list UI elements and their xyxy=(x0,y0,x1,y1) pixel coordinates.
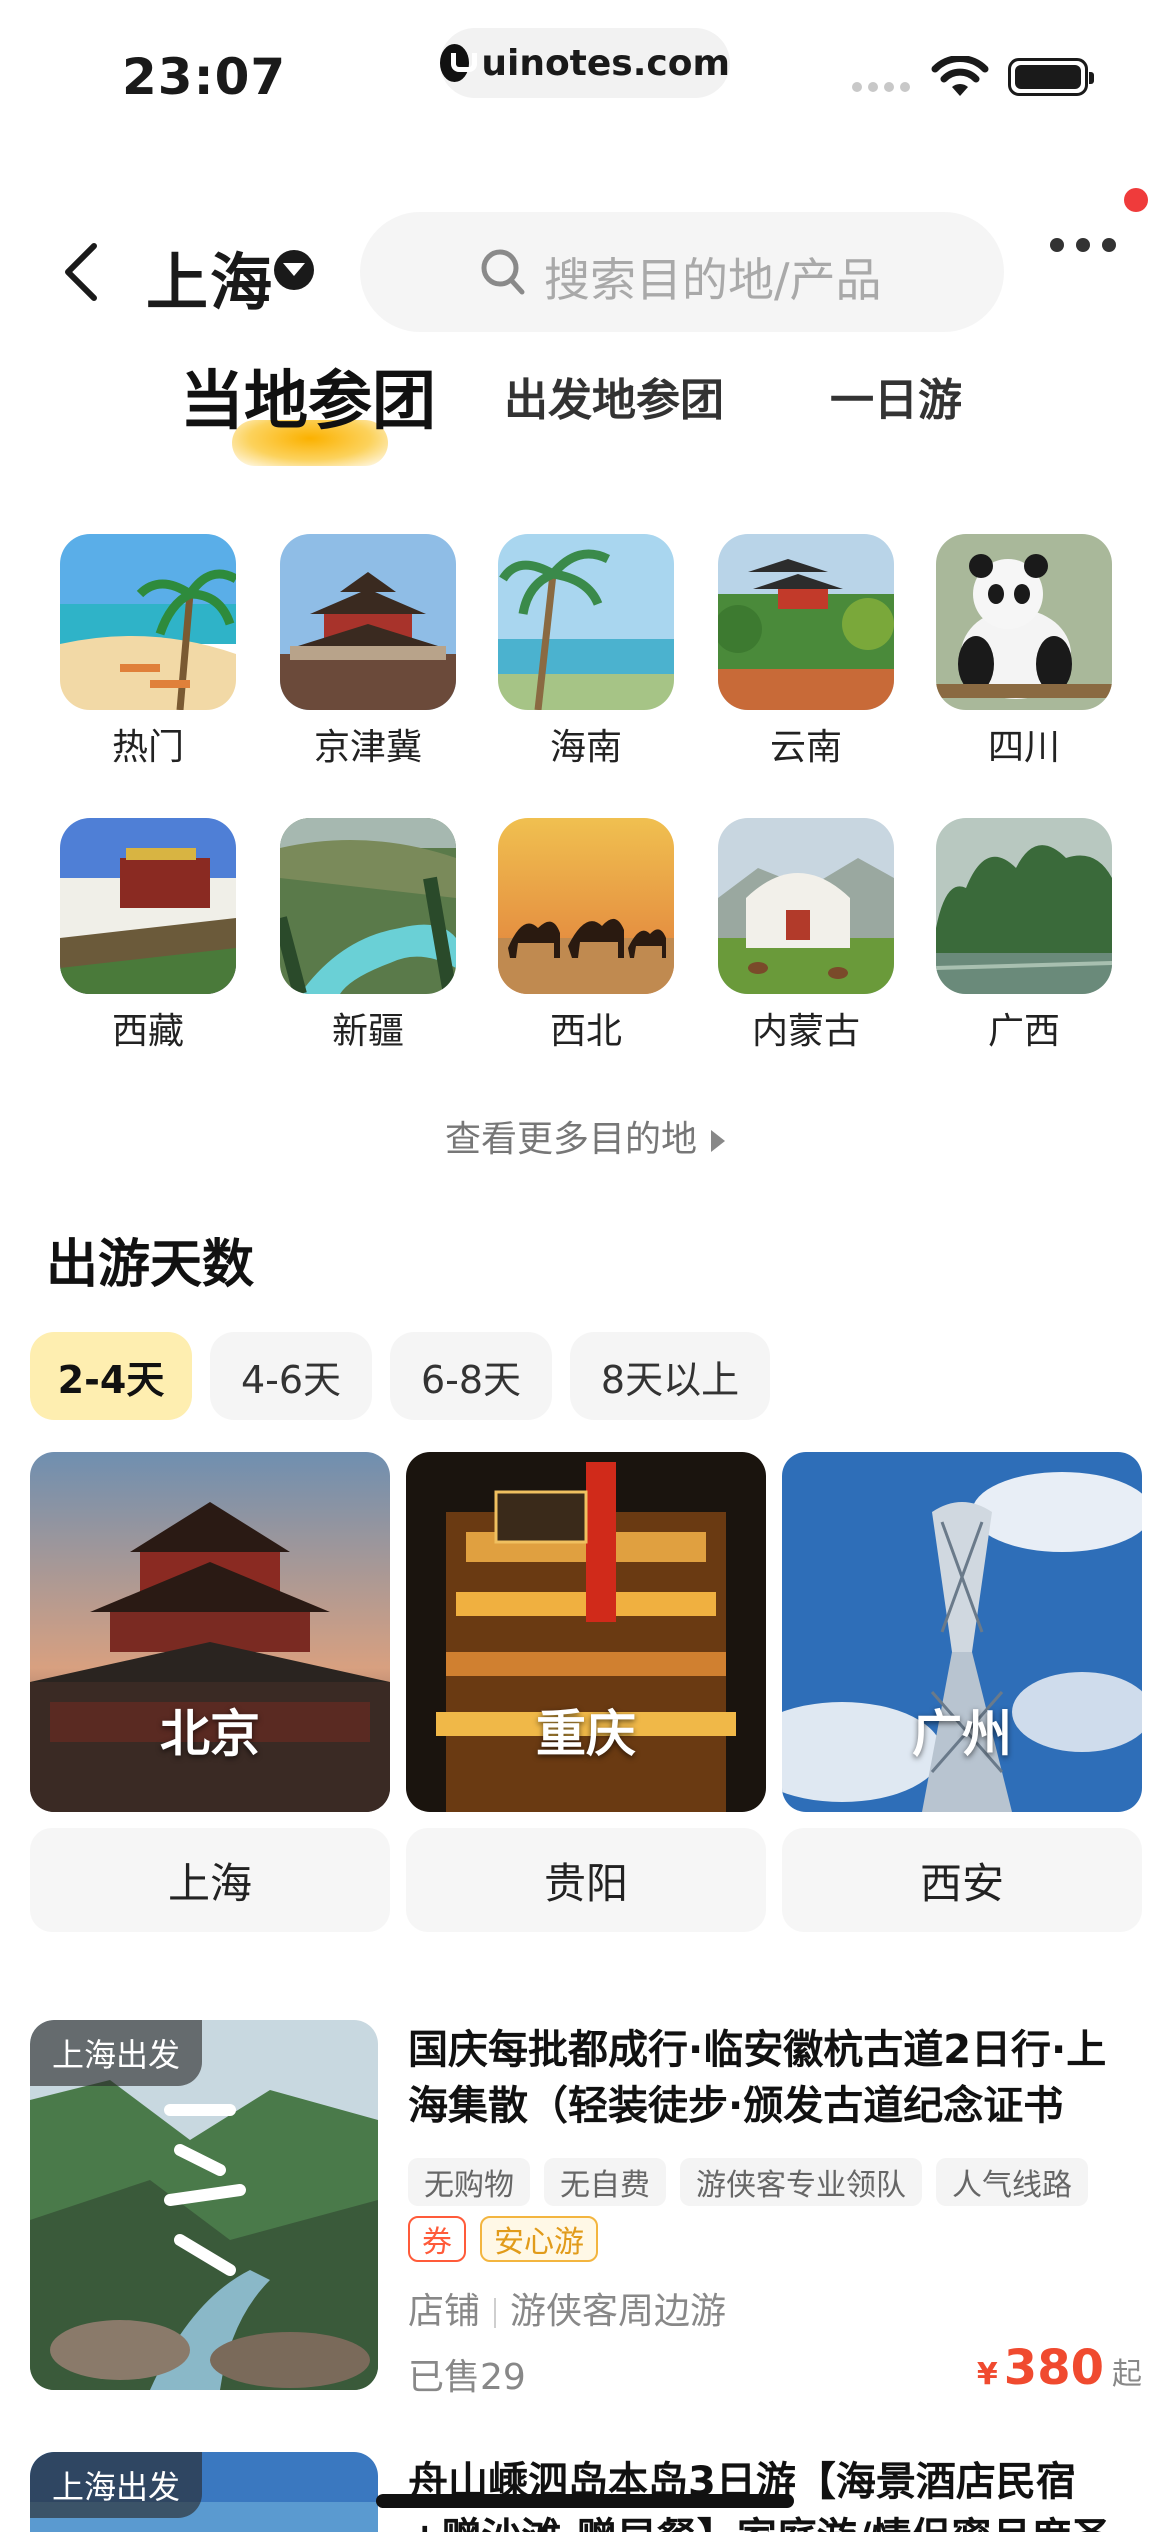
destination-label: 新疆 xyxy=(331,1011,404,1052)
shop-name: 游侠客周边游 xyxy=(510,2291,727,2332)
shop-row[interactable]: 店铺 游侠客周边游 xyxy=(408,2282,726,2334)
destination-label: 西北 xyxy=(549,1011,622,1052)
destination-label: 海南 xyxy=(549,727,622,768)
see-more-destinations-link[interactable]: 查看更多目的地 xyxy=(0,1110,1170,1162)
product-price: ¥380 起 xyxy=(977,2340,1142,2396)
safe-travel-badge: 安心游 xyxy=(480,2216,598,2262)
search-placeholder: 搜索目的地/产品 xyxy=(544,253,882,307)
destination-jingjinji[interactable]: 京津冀 xyxy=(280,534,456,770)
palm-sea-image xyxy=(498,534,674,710)
panda-image xyxy=(936,534,1112,710)
tab-local-group[interactable]: 当地参团 xyxy=(180,350,436,442)
product-title: 国庆每批都成行·临安徽杭古道2日行·上海集散（轻装徒步·颁发古道纪念证书+穿… xyxy=(408,2027,1107,2129)
chip-8-plus-days[interactable]: 8天以上 xyxy=(570,1332,770,1420)
tag-popular-route: 人气线路 xyxy=(936,2158,1088,2206)
back-arrow-icon[interactable] xyxy=(56,240,106,304)
yurt-grassland-image xyxy=(718,818,894,994)
destination-yunnan[interactable]: 云南 xyxy=(718,534,894,770)
product-card[interactable]: 上海出发 舟山嵊泗岛本岛3日游【海景酒店民宿+赠沙滩·赠早餐】家庭游/情侣蜜月度… xyxy=(30,2452,1142,2532)
product-badges: 券 安心游 xyxy=(408,2216,598,2262)
home-indicator[interactable] xyxy=(376,2494,794,2508)
category-tabs: 当地参团 出发地参团 一日游 xyxy=(0,350,1170,470)
destination-hainan[interactable]: 海南 xyxy=(498,534,674,770)
coupon-badge: 券 xyxy=(408,2216,466,2262)
city-card-label: 广州 xyxy=(912,1705,1012,1763)
more-options-icon[interactable] xyxy=(1050,238,1116,258)
chip-4-6-days[interactable]: 4-6天 xyxy=(210,1332,372,1420)
wifi-icon xyxy=(931,56,989,96)
shop-label: 店铺 xyxy=(408,2291,481,2332)
origin-badge: 上海出发 xyxy=(30,2020,203,2086)
beach-palm-image xyxy=(60,534,236,710)
price-value: 380 xyxy=(1003,2340,1104,2396)
chip-2-4-days[interactable]: 2-4天 xyxy=(30,1332,192,1420)
days-section-title: 出游天数 xyxy=(46,1235,255,1295)
header: 上海 搜索目的地/产品 xyxy=(0,188,1170,340)
city-card-label: 北京 xyxy=(160,1705,260,1763)
destination-guangxi[interactable]: 广西 xyxy=(936,818,1112,1054)
destination-label: 四川 xyxy=(987,727,1060,768)
pagoda-lake-image xyxy=(718,534,894,710)
destination-label: 京津冀 xyxy=(313,727,422,768)
destination-sichuan[interactable]: 四川 xyxy=(936,534,1112,770)
city-card-chongqing[interactable]: 重庆 xyxy=(406,1452,766,1812)
chevron-down-icon[interactable] xyxy=(274,250,314,290)
notification-dot xyxy=(1124,188,1148,212)
potala-palace-image xyxy=(60,818,236,994)
tab-departure-group[interactable]: 出发地参团 xyxy=(504,364,724,428)
battery-icon xyxy=(1008,58,1094,96)
destination-northwest[interactable]: 西北 xyxy=(498,818,674,1054)
price-suffix: 起 xyxy=(1112,2357,1142,2392)
city-card-label: 重庆 xyxy=(536,1705,636,1763)
chip-6-8-days[interactable]: 6-8天 xyxy=(390,1332,552,1420)
search-input[interactable]: 搜索目的地/产品 xyxy=(360,212,1004,332)
destination-label: 广西 xyxy=(987,1011,1060,1052)
camel-desert-image xyxy=(498,818,674,994)
price-currency: ¥ xyxy=(976,2357,998,2392)
destination-xinjiang[interactable]: 新疆 xyxy=(280,818,456,1054)
day-filter-chips: 2-4天 4-6天 6-8天 8天以上 xyxy=(30,1332,770,1420)
url-pill[interactable]: uinotes.com xyxy=(440,28,730,98)
tab-day-trip[interactable]: 一日游 xyxy=(830,364,962,428)
destination-hot[interactable]: 热门 xyxy=(60,534,236,770)
karst-river-image xyxy=(936,818,1112,994)
destination-label: 西藏 xyxy=(111,1011,184,1052)
tag-professional-leader: 游侠客专业领队 xyxy=(680,2158,922,2206)
city-button-shanghai[interactable]: 上海 xyxy=(30,1828,390,1932)
city-card-guangzhou[interactable]: 广州 xyxy=(782,1452,1142,1812)
status-bar: 23:07 uinotes.com xyxy=(0,0,1170,140)
status-time: 23:07 xyxy=(122,48,287,106)
destination-label: 热门 xyxy=(111,727,184,768)
product-tags: 无购物 无自费 游侠客专业领队 人气线路 xyxy=(408,2158,1088,2206)
tag-no-self-pay: 无自费 xyxy=(544,2158,666,2206)
product-image: 上海出发 xyxy=(30,2452,378,2532)
city-button-xian[interactable]: 西安 xyxy=(782,1828,1142,1932)
play-arrow-icon xyxy=(711,1130,725,1152)
city-button-guiyang[interactable]: 贵阳 xyxy=(406,1828,766,1932)
forbidden-city-tower-image xyxy=(280,534,456,710)
origin-badge: 上海出发 xyxy=(30,2452,203,2518)
destination-tibet[interactable]: 西藏 xyxy=(60,818,236,1054)
search-icon xyxy=(481,249,525,295)
destination-label: 内蒙古 xyxy=(751,1011,860,1052)
product-title: 舟山嵊泗岛本岛3日游【海景酒店民宿+赠沙滩·赠早餐】家庭游/情侣蜜月度圣地/ xyxy=(408,2459,1111,2532)
city-card-beijing[interactable]: 北京 xyxy=(30,1452,390,1812)
destination-label: 云南 xyxy=(769,727,842,768)
sold-count: 已售29 xyxy=(408,2357,526,2398)
city-selector[interactable]: 上海 xyxy=(146,232,274,322)
url-text: uinotes.com xyxy=(481,42,730,84)
cellular-signal-icon xyxy=(852,82,910,92)
river-valley-image xyxy=(280,818,456,994)
tag-no-shopping: 无购物 xyxy=(408,2158,530,2206)
destination-inner-mongolia[interactable]: 内蒙古 xyxy=(718,818,894,1054)
product-image: 上海出发 xyxy=(30,2020,378,2390)
product-card[interactable]: 上海出发 国庆每批都成行·临安徽杭古道2日行·上海集散（轻装徒步·颁发古道纪念证… xyxy=(30,2020,1142,2400)
site-logo-icon xyxy=(440,44,478,82)
